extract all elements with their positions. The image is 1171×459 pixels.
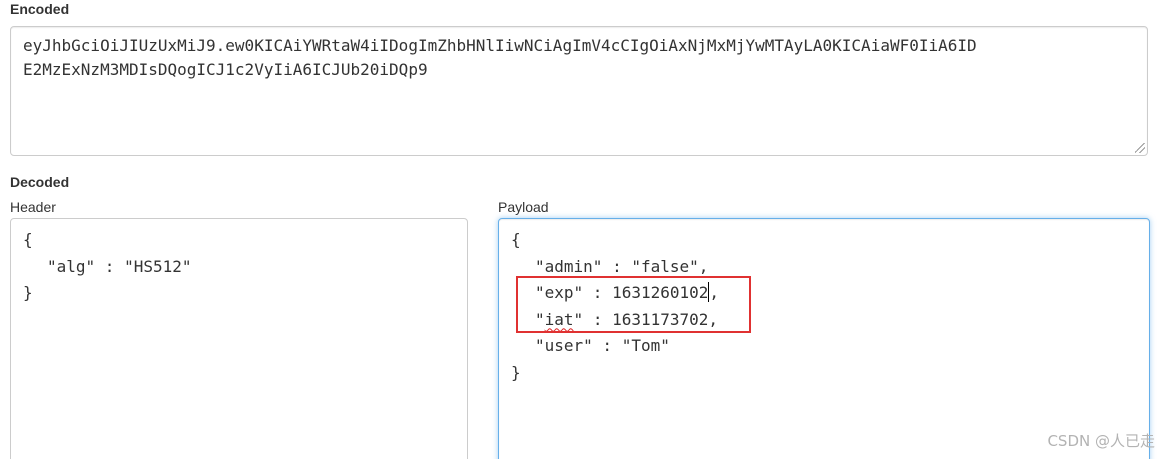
resize-handle-icon[interactable] — [1135, 143, 1145, 153]
header-close-brace: } — [23, 283, 33, 302]
payload-iat-rest: " : 1631173702, — [573, 309, 719, 329]
header-label: Header — [10, 199, 56, 215]
encoded-section-title: Encoded — [10, 1, 70, 17]
encoded-token-line-2: E2MzExNzM3MDIsDQogICJ1c2VyIiA6ICJUb20iDQ… — [23, 60, 428, 79]
csdn-watermark: CSDN @人已走 — [1047, 432, 1155, 450]
payload-open-brace: { — [511, 230, 521, 249]
payload-iat-quote: " — [535, 309, 545, 329]
payload-exp-text: "exp" : 1631260102 — [535, 283, 709, 302]
jwt-debugger: Encoded eyJhbGciOiJIUzUxMiJ9.ew0KICAiYWR… — [0, 0, 1171, 459]
spellcheck-iat-word: iat — [544, 309, 574, 329]
decoded-section-title: Decoded — [10, 174, 70, 190]
payload-iat-line: "iat" : 1631173702, — [511, 307, 1137, 334]
payload-close-brace: } — [511, 362, 521, 382]
payload-label: Payload — [498, 199, 549, 215]
header-alg-line: "alg" : "HS512" — [47, 256, 192, 276]
payload-admin-line: "admin" : "false", — [535, 256, 709, 276]
payload-exp-comma: , — [709, 283, 720, 302]
header-open-brace: { — [23, 230, 33, 249]
payload-exp-line: "exp" : 1631260102, — [511, 280, 1137, 307]
encoded-token-textarea[interactable]: eyJhbGciOiJIUzUxMiJ9.ew0KICAiYWRtaW4iIDo… — [10, 26, 1148, 156]
encoded-token-line-1: eyJhbGciOiJIUzUxMiJ9.ew0KICAiYWRtaW4iIDo… — [23, 36, 977, 55]
payload-user-line: "user" : "Tom" — [535, 336, 670, 355]
payload-editor[interactable]: {"admin" : "false", "exp" : 1631260102, "i… — [498, 218, 1150, 459]
header-editor[interactable]: { "alg" : "HS512"} — [10, 218, 468, 459]
